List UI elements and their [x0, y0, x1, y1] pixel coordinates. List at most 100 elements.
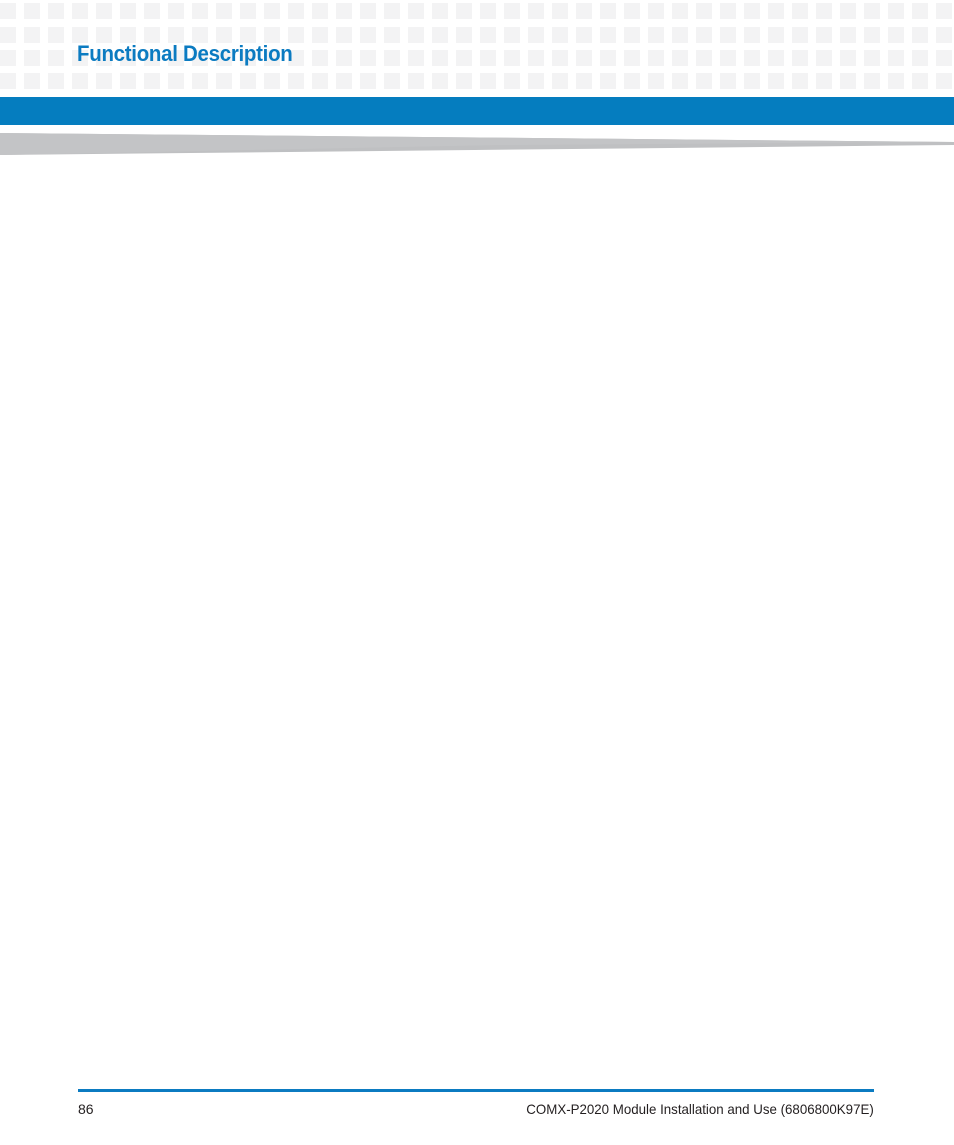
pattern-square: [528, 3, 544, 19]
pattern-square: [96, 3, 112, 19]
pattern-square: [336, 3, 352, 19]
pattern-square: [864, 73, 880, 89]
pattern-square: [336, 50, 352, 66]
pattern-square: [384, 27, 400, 43]
pattern-square: [624, 27, 640, 43]
pattern-square: [168, 73, 184, 89]
pattern-square: [432, 50, 448, 66]
pattern-square: [360, 73, 376, 89]
pattern-square: [696, 27, 712, 43]
pattern-square: [192, 73, 208, 89]
pattern-square: [432, 73, 448, 89]
pattern-square: [432, 3, 448, 19]
pattern-square: [0, 73, 16, 89]
pattern-square: [408, 73, 424, 89]
pattern-square: [936, 73, 952, 89]
pattern-square: [48, 3, 64, 19]
pattern-square: [528, 73, 544, 89]
pattern-square: [456, 3, 472, 19]
pattern-square: [552, 50, 568, 66]
pattern-square: [24, 27, 40, 43]
pattern-square: [312, 3, 328, 19]
pattern-square: [336, 73, 352, 89]
pattern-square: [504, 27, 520, 43]
pattern-square: [792, 73, 808, 89]
pattern-square: [936, 50, 952, 66]
pattern-square: [528, 27, 544, 43]
pattern-square: [216, 3, 232, 19]
pattern-square: [720, 73, 736, 89]
pattern-square: [360, 27, 376, 43]
pattern-square: [360, 50, 376, 66]
footer-rule: [78, 1089, 874, 1092]
pattern-square: [840, 73, 856, 89]
pattern-square: [672, 73, 688, 89]
pattern-square: [408, 27, 424, 43]
pattern-square: [840, 50, 856, 66]
pattern-square: [624, 3, 640, 19]
pattern-square: [408, 50, 424, 66]
pattern-square: [192, 3, 208, 19]
pattern-square: [600, 3, 616, 19]
pattern-square: [48, 50, 64, 66]
pattern-square: [888, 27, 904, 43]
footer-document-title: COMX-P2020 Module Installation and Use (…: [526, 1101, 874, 1117]
pattern-square: [144, 73, 160, 89]
pattern-square: [336, 27, 352, 43]
pattern-square: [912, 73, 928, 89]
pattern-square: [672, 3, 688, 19]
square-row: [0, 3, 954, 19]
pattern-square: [72, 3, 88, 19]
pattern-square: [744, 27, 760, 43]
pattern-square: [768, 3, 784, 19]
pattern-square: [504, 50, 520, 66]
pattern-square: [720, 3, 736, 19]
pattern-square: [456, 50, 472, 66]
pattern-square: [264, 3, 280, 19]
pattern-square: [480, 27, 496, 43]
pattern-square: [504, 3, 520, 19]
pattern-square: [0, 50, 16, 66]
pattern-square: [672, 50, 688, 66]
pattern-square: [168, 3, 184, 19]
pattern-square: [744, 73, 760, 89]
pattern-square: [864, 3, 880, 19]
pattern-square: [48, 27, 64, 43]
footer-row: 86 COMX-P2020 Module Installation and Us…: [78, 1099, 874, 1123]
pattern-square: [792, 50, 808, 66]
pattern-square: [840, 3, 856, 19]
pattern-square: [648, 27, 664, 43]
pattern-square: [792, 3, 808, 19]
pattern-square: [216, 73, 232, 89]
pattern-square: [912, 50, 928, 66]
pattern-square: [936, 3, 952, 19]
pattern-square: [648, 3, 664, 19]
footer-page-number: 86: [78, 1101, 94, 1117]
pattern-square: [120, 73, 136, 89]
pattern-square: [0, 3, 16, 19]
pattern-square: [744, 3, 760, 19]
gray-wedge-swoosh: [0, 128, 954, 168]
pattern-square: [312, 27, 328, 43]
pattern-square: [240, 73, 256, 89]
page-title: Functional Description: [77, 41, 293, 66]
pattern-square: [696, 3, 712, 19]
pattern-square: [384, 50, 400, 66]
pattern-square: [600, 50, 616, 66]
pattern-square: [408, 3, 424, 19]
pattern-square: [816, 73, 832, 89]
pattern-square: [936, 27, 952, 43]
pattern-square: [696, 73, 712, 89]
pattern-square: [384, 3, 400, 19]
pattern-square: [648, 50, 664, 66]
pattern-square: [888, 3, 904, 19]
pattern-square: [0, 27, 16, 43]
pattern-square: [504, 73, 520, 89]
pattern-square: [600, 73, 616, 89]
pattern-square: [600, 27, 616, 43]
pattern-square: [624, 73, 640, 89]
pattern-square: [576, 73, 592, 89]
pattern-square: [792, 27, 808, 43]
pattern-square: [96, 73, 112, 89]
pattern-square: [816, 27, 832, 43]
